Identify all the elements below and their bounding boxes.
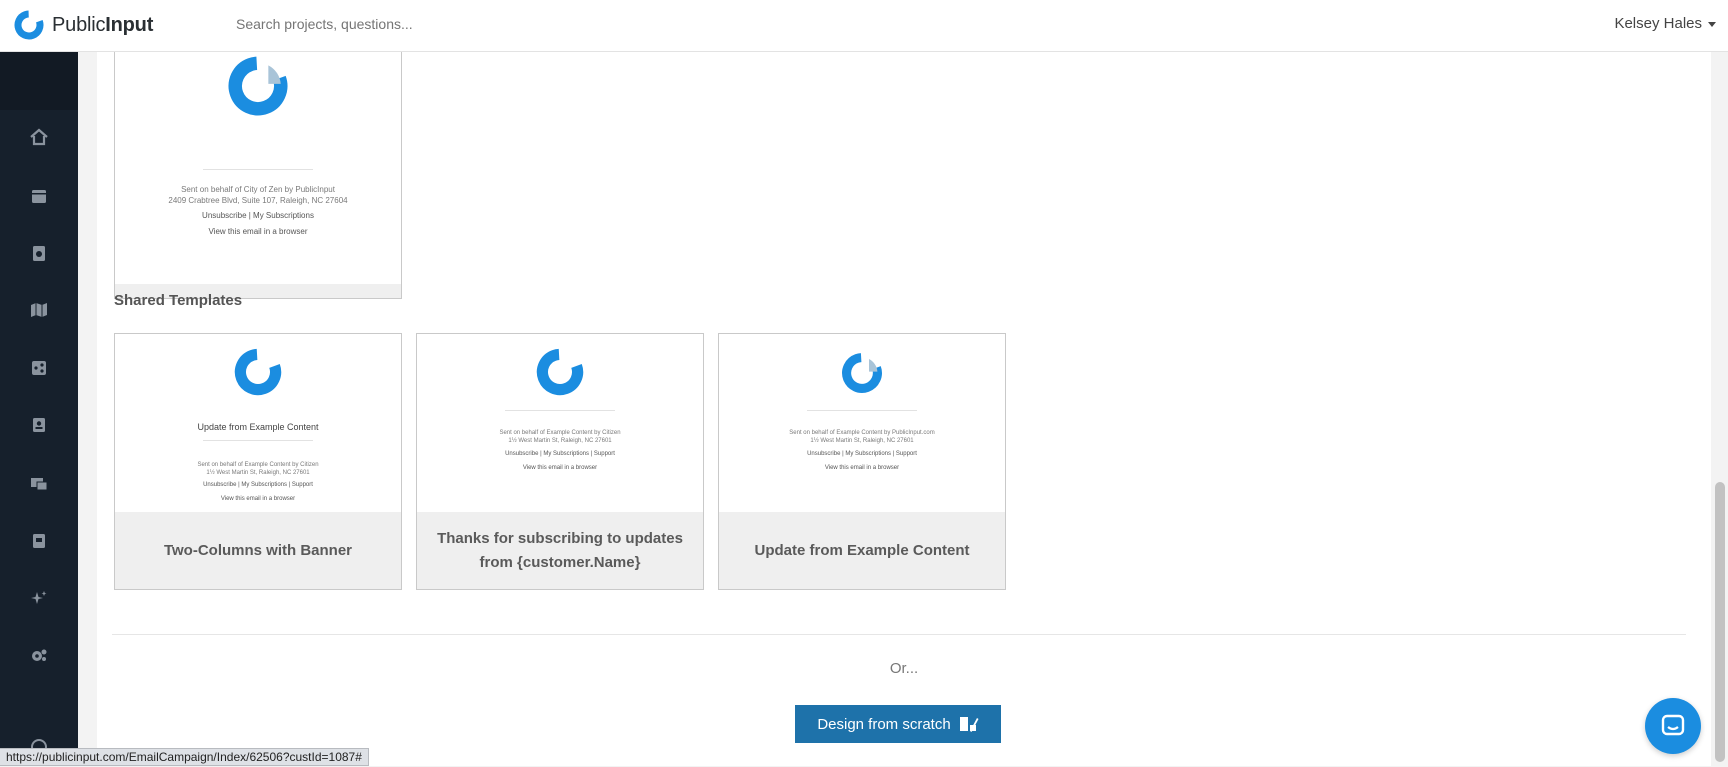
preview-text: Unsubscribe | My Subscriptions <box>202 211 314 220</box>
preview-text: View this email in a browser <box>824 465 900 471</box>
sidebar-item-settings[interactable] <box>0 636 78 676</box>
publicinput-logo-icon <box>228 56 288 116</box>
sidebar-item-share[interactable] <box>0 348 78 388</box>
design-button-label: Design from scratch <box>817 715 951 733</box>
design-from-scratch-button[interactable]: Design from scratch <box>795 705 1001 743</box>
preview-text: View this email in a browser <box>522 465 598 471</box>
sidebar <box>0 52 78 766</box>
publicinput-logo-icon <box>536 348 584 396</box>
preview-divider <box>807 410 917 411</box>
brand-name: PublicInput <box>52 13 154 36</box>
template-card[interactable]: Update from Example Content Sent on beha… <box>114 333 402 590</box>
chat-launcher-button[interactable] <box>1645 698 1701 754</box>
template-preview: Update from Example Content Sent on beha… <box>115 334 401 514</box>
paint-brush-icon <box>959 717 979 732</box>
preview-text: View this email in a browser <box>208 227 308 236</box>
template-preview: Sent on behalf of City of Zen by PublicI… <box>115 49 401 283</box>
preview-heading: Update from Example Content <box>197 422 319 432</box>
template-name: Two-Columns with Banner <box>115 512 401 589</box>
main-content: Sent on behalf of City of Zen by PublicI… <box>97 48 1711 766</box>
book-icon <box>33 534 45 548</box>
template-name: Update from Example Content <box>719 512 1005 589</box>
sidebar-item-book[interactable] <box>0 521 78 561</box>
inbox-icon <box>31 478 48 491</box>
publicinput-logo-icon <box>14 10 44 40</box>
preview-text: View this email in a browser <box>220 496 296 502</box>
preview-text: 1½ West Martin St, Raleigh, NC 27601 <box>206 470 310 476</box>
preview-divider <box>505 410 615 411</box>
share-icon <box>32 361 46 375</box>
preview-text: Sent on behalf of Example Content by Pub… <box>789 430 935 436</box>
preview-text: 1½ West Martin St, Raleigh, NC 27601 <box>810 438 914 444</box>
user-name: Kelsey Hales <box>1614 15 1702 32</box>
preview-divider <box>203 169 313 170</box>
preview-divider <box>203 440 313 441</box>
sidebar-item-contacts[interactable] <box>0 405 78 445</box>
template-preview: Sent on behalf of Example Content by Pub… <box>719 334 1005 514</box>
preview-text: Sent on behalf of City of Zen by PublicI… <box>181 185 335 194</box>
sidebar-item-inbox[interactable] <box>0 463 78 503</box>
preview-text: Unsubscribe | My Subscriptions | Support <box>505 451 615 457</box>
chat-icon <box>1661 714 1685 736</box>
search-input[interactable] <box>236 16 636 32</box>
template-card[interactable]: Sent on behalf of Example Content by Pub… <box>718 333 1006 590</box>
sidebar-item-home[interactable] <box>0 117 78 157</box>
template-preview: Sent on behalf of Example Content by Cit… <box>417 334 703 514</box>
template-card[interactable]: Sent on behalf of Example Content by Cit… <box>416 333 704 590</box>
settings-icon <box>32 649 47 661</box>
sidebar-item-map[interactable] <box>0 290 78 330</box>
page-scrollbar[interactable] <box>1711 52 1728 766</box>
map-icon <box>31 303 47 317</box>
sidebar-item-ai[interactable] <box>0 578 78 618</box>
user-menu[interactable]: Kelsey Hales <box>1614 15 1716 32</box>
scrollbar-thumb[interactable] <box>1715 482 1725 762</box>
top-navbar: PublicInput Kelsey Hales <box>0 0 1728 52</box>
report-icon <box>33 246 45 261</box>
sidebar-header <box>0 52 78 110</box>
preview-text: 2409 Crabtree Blvd, Suite 107, Raleigh, … <box>168 196 348 205</box>
sidebar-item-calendar[interactable] <box>0 176 78 216</box>
template-card-top[interactable]: Sent on behalf of City of Zen by PublicI… <box>114 48 402 299</box>
publicinput-logo-icon <box>842 353 882 393</box>
publicinput-logo-icon <box>234 348 282 396</box>
status-bar-url: https://publicinput.com/EmailCampaign/In… <box>0 748 369 766</box>
preview-text: 1½ West Martin St, Raleigh, NC 27601 <box>508 438 612 444</box>
brand-logo[interactable]: PublicInput <box>14 10 153 40</box>
preview-text: Unsubscribe | My Subscriptions | Support <box>203 482 313 488</box>
contacts-icon <box>33 418 45 432</box>
section-title: Shared Templates <box>114 292 243 309</box>
preview-text: Unsubscribe | My Subscriptions | Support <box>807 451 917 457</box>
preview-text: Sent on behalf of Example Content by Cit… <box>197 462 319 468</box>
home-icon <box>30 128 48 146</box>
caret-down-icon <box>1708 22 1716 27</box>
preview-text: Sent on behalf of Example Content by Cit… <box>499 430 621 436</box>
template-name: Thanks for subscribing to updates from {… <box>417 512 703 589</box>
or-separator: Or... <box>889 660 919 677</box>
sidebar-item-reports[interactable] <box>0 233 78 273</box>
sparkle-icon <box>31 591 47 604</box>
section-divider <box>112 634 1686 635</box>
calendar-icon <box>32 190 46 203</box>
